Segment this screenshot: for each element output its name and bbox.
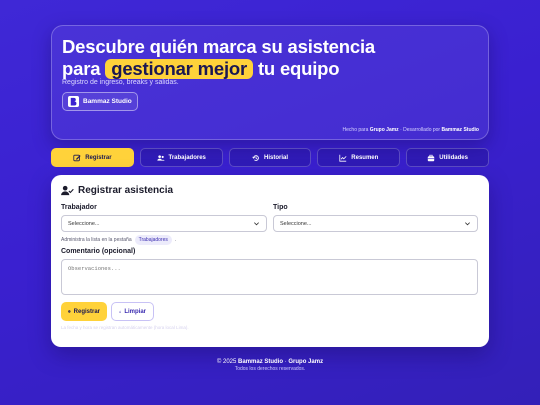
- brand-logo-icon: [68, 96, 79, 107]
- hero-title: Descubre quién marca su asistencia para …: [62, 36, 375, 80]
- hint-text: Administra la lista en la pestaña: [61, 237, 132, 243]
- brand-name: Bammaz Studio: [83, 98, 132, 105]
- user-check-icon: [61, 185, 74, 196]
- chart-icon: [339, 154, 347, 162]
- card-title: Registrar asistencia: [61, 185, 173, 196]
- workers-hint: Administra la lista en la pestaña Trabaj…: [61, 235, 176, 245]
- tab-label: Historial: [263, 154, 288, 161]
- card-title-text: Registrar asistencia: [78, 185, 174, 196]
- tab-label: Registrar: [85, 154, 112, 161]
- clear-button[interactable]: Limpiar: [111, 302, 154, 321]
- worker-label: Trabajador: [61, 204, 97, 211]
- type-label: Tipo: [273, 204, 288, 211]
- hero-title-line1: Descubre quién marca su asistencia: [62, 36, 375, 57]
- copyright-line: © 2025 Bammaz Studio · Grupo Jamz: [0, 359, 540, 365]
- copyright-group: Grupo Jamz: [288, 359, 324, 365]
- users-icon: [156, 154, 165, 161]
- worker-select-value: Seleccione...: [68, 220, 100, 227]
- tab-registrar[interactable]: Registrar: [51, 148, 134, 167]
- brand-badge[interactable]: Bammaz Studio: [62, 92, 138, 111]
- register-button-label: Registrar: [73, 308, 100, 315]
- auto-timestamp-note: La fecha y hora se registran automáticam…: [61, 325, 189, 330]
- register-button[interactable]: Registrar: [61, 302, 107, 321]
- check-circle-icon: [68, 310, 71, 313]
- workers-tab-chip[interactable]: Trabajadores: [134, 235, 172, 245]
- tab-bar: Registrar Trabajadores Historial Resumen…: [51, 148, 489, 167]
- copyright-prefix: © 2025: [216, 359, 239, 365]
- clear-button-label: Limpiar: [124, 308, 146, 315]
- tab-resumen[interactable]: Resumen: [317, 148, 401, 167]
- type-select[interactable]: Seleccione...: [273, 215, 478, 232]
- pencil-icon: [73, 154, 81, 161]
- comment-label: Comentario (opcional): [61, 248, 136, 255]
- hero-panel: Descubre quién marca su asistencia para …: [51, 25, 489, 140]
- hero-title-highlight: gestionar mejor: [105, 59, 254, 79]
- credits-made-by-label: Hecho para: [342, 127, 369, 133]
- credits-separator: · Desarrollado por: [398, 127, 442, 133]
- rights-text: Todos los derechos reservados.: [234, 366, 306, 372]
- type-select-value: Seleccione...: [280, 220, 312, 227]
- hero-title-prefix: para: [62, 58, 106, 79]
- register-attendance-card: Registrar asistencia Trabajador Seleccio…: [51, 175, 489, 347]
- tab-utilidades[interactable]: Utilidades: [406, 148, 489, 167]
- footer: © 2025 Bammaz Studio · Grupo Jamz Todos …: [0, 359, 540, 372]
- credits: Hecho para Grupo Jamz · Desarrollado por…: [343, 127, 479, 133]
- tab-historial[interactable]: Historial: [228, 148, 312, 167]
- eraser-icon: [119, 310, 122, 313]
- hero-subtitle: Registro de ingreso, breaks y salidas.: [62, 79, 179, 86]
- credits-made-by: Grupo Jamz: [369, 127, 399, 133]
- tab-label: Utilidades: [439, 154, 468, 161]
- tab-label: Resumen: [351, 154, 379, 161]
- history-icon: [252, 154, 259, 161]
- hint-end: .: [174, 237, 177, 243]
- tab-label: Trabajadores: [168, 154, 206, 161]
- copyright-brand: Bammaz Studio: [238, 359, 284, 365]
- chevron-down-icon: [254, 222, 259, 226]
- comment-textarea[interactable]: Observaciones...: [61, 259, 478, 295]
- hero-title-suffix: tu equipo: [253, 58, 340, 79]
- worker-select[interactable]: Seleccione...: [61, 215, 267, 232]
- toolbox-icon: [428, 154, 435, 161]
- credits-developer: Bammaz Studio: [441, 127, 479, 133]
- chevron-down-icon: [465, 222, 470, 226]
- tab-trabajadores[interactable]: Trabajadores: [139, 148, 223, 167]
